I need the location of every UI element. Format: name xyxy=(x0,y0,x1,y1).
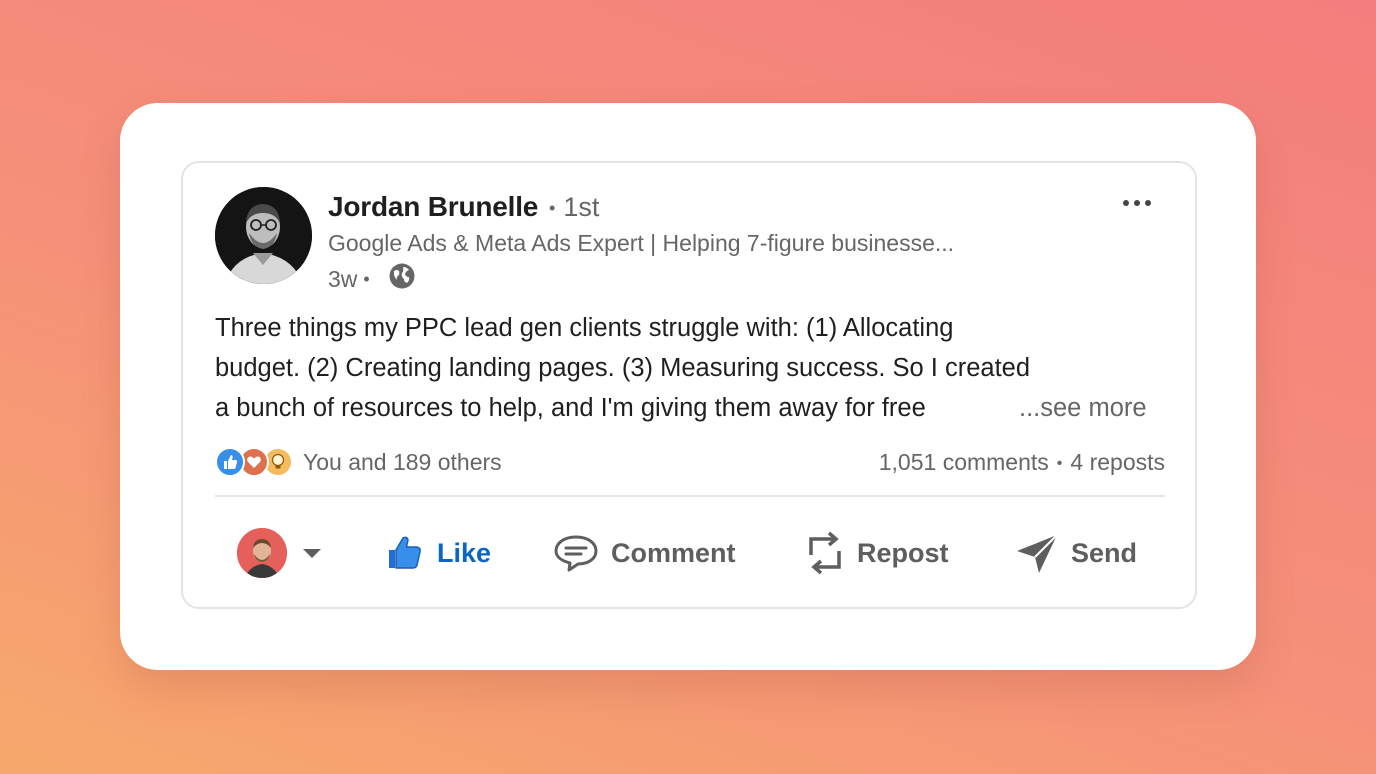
repost-button[interactable]: Repost xyxy=(805,515,949,591)
post-text-line: a bunch of resources to help, and I'm gi… xyxy=(215,388,1175,428)
author-name[interactable]: Jordan Brunelle xyxy=(328,191,538,223)
thumbs-up-icon xyxy=(389,536,421,569)
comment-label: Comment xyxy=(611,537,736,568)
post-meta: 3w • xyxy=(328,262,416,296)
send-icon xyxy=(1017,534,1058,573)
post-body: Three things my PPC lead gen clients str… xyxy=(215,308,1175,428)
comment-icon xyxy=(554,535,598,572)
degree-label: 1st xyxy=(563,192,600,222)
post-text-line: budget. (2) Creating landing pages. (3) … xyxy=(215,354,1031,382)
post-screenshot-card: Jordan Brunelle • 1st Google Ads & Meta A… xyxy=(120,103,1256,670)
more-options-icon[interactable] xyxy=(1121,193,1153,213)
post-action-bar: Like Comment Repost Send xyxy=(215,515,1165,591)
repost-label: Repost xyxy=(857,537,949,568)
like-label: Like xyxy=(437,537,492,568)
social-counts: You and 189 others 1,051 comments • 4 repo… xyxy=(215,445,1165,479)
react-as-selector[interactable] xyxy=(237,515,323,591)
comments-count[interactable]: 1,051 comments xyxy=(879,449,1049,475)
globe-icon xyxy=(380,262,416,296)
send-label: Send xyxy=(1071,537,1138,568)
post-text-line-content: a bunch of resources to help, and I'm gi… xyxy=(215,394,926,422)
reactions-count[interactable]: You and 189 others xyxy=(303,449,502,476)
post-text-line: Three things my PPC lead gen clients str… xyxy=(215,314,954,342)
reaction-icons[interactable] xyxy=(215,447,295,477)
post-time: 3w xyxy=(328,265,358,292)
degree-separator: • xyxy=(549,198,556,219)
comment-button[interactable]: Comment xyxy=(553,515,736,591)
counts-separator: • xyxy=(1056,454,1063,472)
reposts-count[interactable]: 4 reposts xyxy=(1070,449,1165,475)
see-more-link[interactable]: ...see more xyxy=(1005,388,1147,428)
self-avatar xyxy=(237,528,287,578)
like-button[interactable]: Like xyxy=(385,515,491,591)
linkedin-post: Jordan Brunelle • 1st Google Ads & Meta A… xyxy=(181,161,1197,609)
author-avatar[interactable] xyxy=(215,187,312,284)
meta-separator: • xyxy=(363,268,370,289)
repost-icon xyxy=(809,531,841,575)
send-button[interactable]: Send xyxy=(1015,515,1137,591)
connection-degree: • 1st xyxy=(549,192,599,223)
like-reaction-icon xyxy=(215,447,245,477)
divider xyxy=(215,495,1165,497)
chevron-down-icon xyxy=(303,549,321,558)
author-avatar-image xyxy=(215,187,312,284)
author-headline: Google Ads & Meta Ads Expert | Helping 7… xyxy=(328,230,955,256)
comments-reposts-count: 1,051 comments • 4 reposts xyxy=(879,449,1165,476)
